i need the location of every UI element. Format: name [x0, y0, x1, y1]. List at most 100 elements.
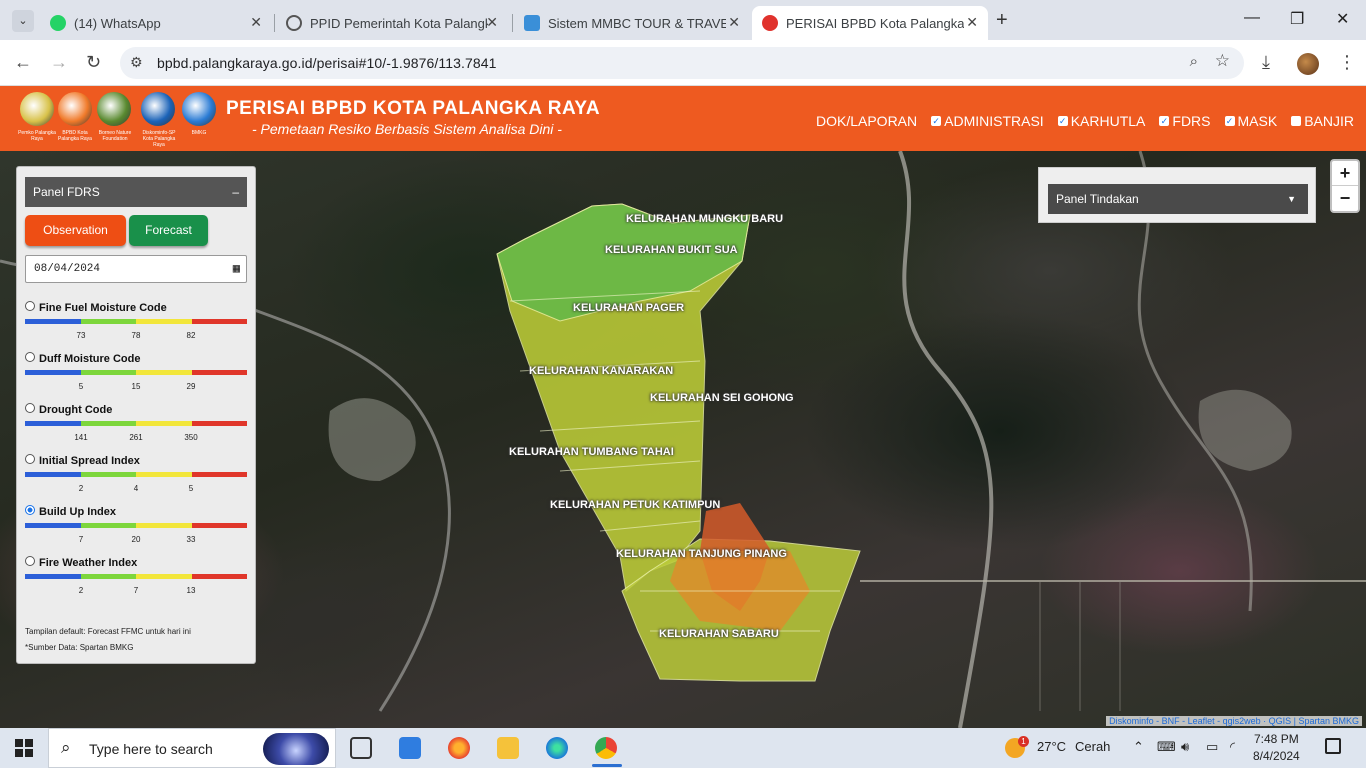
new-tab-button[interactable]: +	[996, 9, 1008, 32]
menu-kebab-icon[interactable]: ⋮	[1338, 52, 1356, 73]
tab-mmbc[interactable]: Sistem MMBC TOUR & TRAVEL ✕	[514, 6, 750, 40]
zoom-out-button[interactable]: −	[1332, 186, 1358, 211]
task-view-icon[interactable]	[350, 737, 372, 759]
checkbox-checked[interactable]: ✓	[1057, 116, 1068, 126]
checkbox-unchecked[interactable]	[1291, 116, 1302, 126]
menu-mask[interactable]: ✓ MASK	[1224, 113, 1278, 129]
panel-fdrs-title: Panel FDRS	[33, 185, 100, 199]
language-icon[interactable]: ⌨	[1157, 739, 1176, 755]
windows-start-icon[interactable]	[15, 739, 33, 757]
zoom-in-button[interactable]: +	[1332, 161, 1358, 186]
chevron-up-icon[interactable]: ⌃	[1133, 739, 1144, 755]
logo-caption: Diskominfo-SP Kota Palangka Raya	[142, 130, 176, 148]
color-scale-segment	[25, 472, 81, 477]
menu-administrasi[interactable]: ✓ ADMINISTRASI	[931, 113, 1044, 129]
scale-tick-label: 7	[78, 535, 84, 544]
url-text[interactable]: bpbd.palangkaraya.go.id/perisai#10/-1.98…	[157, 55, 497, 71]
weather-temp[interactable]: 27°C	[1037, 739, 1066, 754]
menu-label: MASK	[1237, 113, 1278, 129]
kelurahan-label[interactable]: KELURAHAN SABARU	[659, 628, 779, 640]
profile-avatar[interactable]	[1297, 53, 1319, 75]
scale-tick-label: 4	[133, 484, 139, 493]
edge-icon[interactable]	[546, 737, 568, 759]
date-input[interactable]: 08/04/2024 ▦	[25, 255, 247, 283]
radio-button[interactable]	[25, 556, 35, 566]
close-icon[interactable]: ✕	[966, 14, 978, 31]
panel-tindakan-toggle[interactable]: Panel Tindakan ▼	[1048, 184, 1308, 214]
chrome-icon[interactable]	[595, 737, 617, 759]
kelurahan-label[interactable]: KELURAHAN TUMBANG TAHAI	[509, 446, 674, 458]
menu-karhutla[interactable]: ✓ KARHUTLA	[1057, 113, 1145, 129]
tab-perisai[interactable]: PERISAI BPBD Kota Palangka Ra ✕	[752, 6, 988, 40]
back-icon[interactable]: ←	[14, 52, 32, 73]
reload-icon[interactable]: ↻	[86, 52, 101, 73]
color-scale-bar	[25, 523, 247, 528]
radio-selected[interactable]	[25, 505, 35, 515]
color-scale-bar	[25, 472, 247, 477]
minimize-icon[interactable]: —	[1244, 9, 1260, 27]
menu-dok-laporan[interactable]: DOK/LAPORAN	[816, 113, 917, 129]
search-highlight-image	[263, 733, 329, 765]
color-scale-segment	[191, 421, 247, 426]
battery-icon[interactable]: ▭	[1206, 739, 1218, 755]
close-icon[interactable]: ✕	[250, 14, 262, 31]
scale-tick-label: 15	[131, 382, 141, 391]
globe-icon	[286, 15, 302, 31]
fdrs-index-option[interactable]: Build Up Index 7 20 33	[25, 505, 247, 551]
scale-tick-label: 2	[78, 586, 84, 595]
kelurahan-label[interactable]: KELURAHAN BUKIT SUA	[605, 244, 738, 256]
checkbox-checked[interactable]: ✓	[1224, 116, 1235, 126]
taskbar-search[interactable]: ⌕ Type here to search	[48, 728, 336, 768]
zoom-control: + −	[1330, 159, 1360, 213]
radio-button[interactable]	[25, 301, 35, 311]
tab-whatsapp[interactable]: (14) WhatsApp ✕	[40, 6, 272, 40]
tab-search-button[interactable]: ⌄	[12, 10, 34, 32]
menu-banjir[interactable]: BANJIR	[1291, 113, 1354, 129]
clock-date: 8/4/2024	[1253, 749, 1300, 763]
taskbar-clock[interactable]: 7:48 PM 8/4/2024	[1253, 731, 1300, 765]
firefox-icon[interactable]	[448, 737, 470, 759]
wifi-icon[interactable]: ◜	[1230, 739, 1235, 755]
kelurahan-label[interactable]: KELURAHAN PETUK KATIMPUN	[550, 499, 720, 511]
kelurahan-label[interactable]: KELURAHAN SEI GOHONG	[650, 392, 794, 404]
volume-icon[interactable]: 🔊︎	[1181, 739, 1189, 755]
panel-fdrs-header[interactable]: Panel FDRS –	[25, 177, 247, 207]
fdrs-index-option[interactable]: Fire Weather Index 2 7 13	[25, 556, 247, 602]
download-icon[interactable]: ⤓	[1262, 52, 1270, 73]
kelurahan-label[interactable]: KELURAHAN MUNGKU BARU	[626, 213, 783, 225]
calendar-icon[interactable]: ▦	[233, 256, 240, 282]
window-close-icon[interactable]: ✕	[1336, 9, 1349, 29]
kelurahan-label[interactable]: KELURAHAN PAGER	[573, 302, 684, 314]
mail-icon[interactable]	[399, 737, 421, 759]
fdrs-source: *Sumber Data: Spartan BMKG	[25, 643, 134, 652]
close-icon[interactable]: ✕	[728, 14, 740, 31]
fdrs-index-option[interactable]: Fine Fuel Moisture Code 73 78 82	[25, 301, 247, 347]
observation-button[interactable]: Observation	[25, 215, 126, 246]
forecast-button[interactable]: Forecast	[129, 215, 208, 246]
checkbox-checked[interactable]: ✓	[1159, 116, 1170, 126]
zoom-icon[interactable]: ⌕	[1190, 53, 1198, 70]
kelurahan-label[interactable]: KELURAHAN KANARAKAN	[529, 365, 673, 377]
close-icon[interactable]: ✕	[486, 14, 498, 31]
collapse-icon[interactable]: –	[232, 177, 239, 207]
address-bar[interactable]: ⚙ bpbd.palangkaraya.go.id/perisai#10/-1.…	[120, 47, 1244, 79]
fdrs-index-option[interactable]: Initial Spread Index 2 4 5	[25, 454, 247, 500]
color-scale-segment	[136, 523, 192, 528]
weather-desc[interactable]: Cerah	[1075, 739, 1110, 754]
restore-icon[interactable]: ❐	[1290, 9, 1304, 29]
map-attribution[interactable]: Diskominfo - BNF - Leaflet - qgis2web · …	[1106, 716, 1362, 726]
file-explorer-icon[interactable]	[497, 737, 519, 759]
fdrs-index-option[interactable]: Drought Code 141 261 350	[25, 403, 247, 449]
kelurahan-label[interactable]: KELURAHAN TANJUNG PINANG	[616, 548, 787, 560]
notification-icon[interactable]	[1325, 738, 1341, 754]
tab-ppid[interactable]: PPID Pemerintah Kota Palangka ✕	[276, 6, 508, 40]
radio-button[interactable]	[25, 454, 35, 464]
site-info-icon[interactable]: ⚙	[130, 54, 143, 71]
forward-icon[interactable]: →	[50, 52, 68, 73]
radio-button[interactable]	[25, 403, 35, 413]
checkbox-checked[interactable]: ✓	[931, 116, 942, 126]
radio-button[interactable]	[25, 352, 35, 362]
fdrs-index-option[interactable]: Duff Moisture Code 5 15 29	[25, 352, 247, 398]
menu-fdrs[interactable]: ✓ FDRS	[1159, 113, 1211, 129]
bookmark-star-icon[interactable]: ☆	[1215, 51, 1230, 71]
